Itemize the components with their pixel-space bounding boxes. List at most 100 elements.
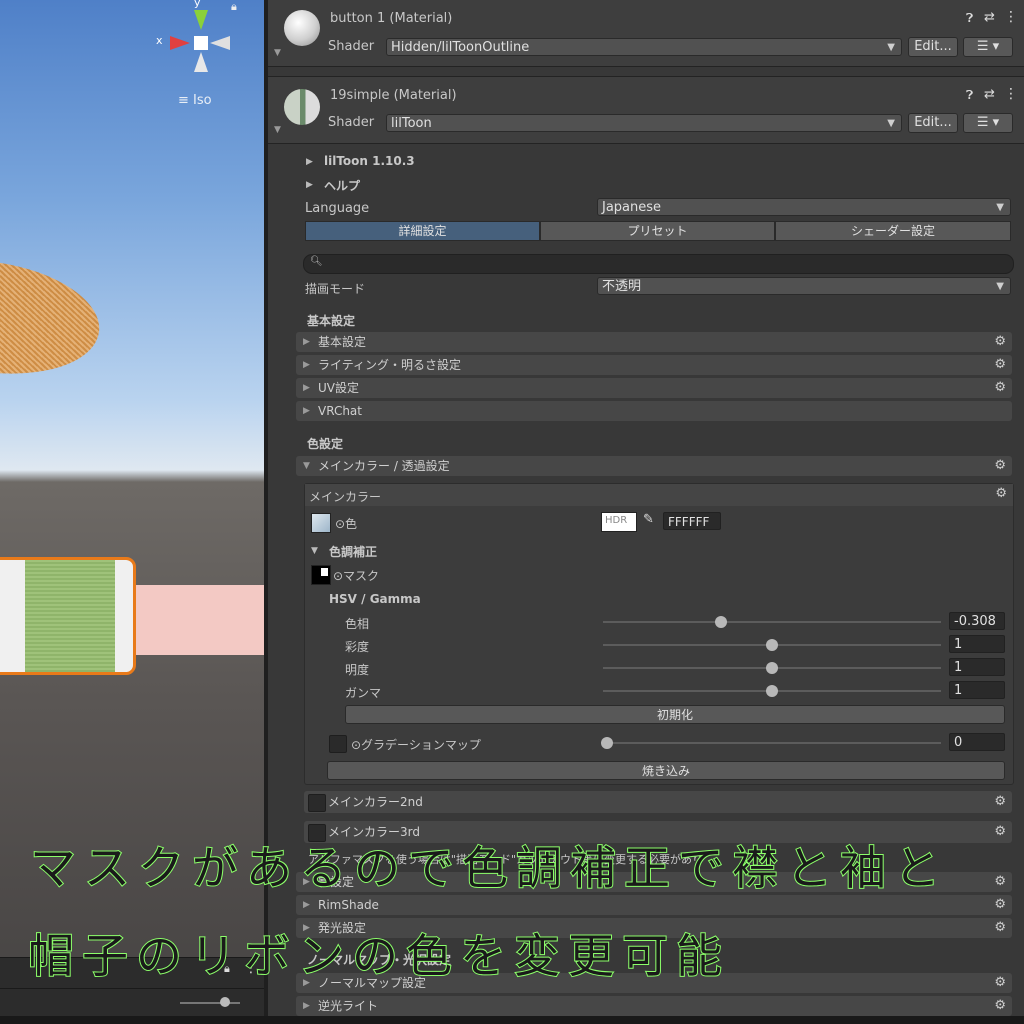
zoom-slider[interactable]: [180, 997, 240, 1007]
foldout-arrow-icon[interactable]: ▼: [311, 546, 318, 556]
hsv-label: ガンマ: [345, 686, 382, 700]
foldout-arrow-icon[interactable]: ▶: [306, 180, 313, 190]
iso-label: Iso: [193, 93, 212, 108]
tab-shader-settings[interactable]: シェーダー設定: [775, 221, 1011, 241]
edit-shader-button[interactable]: Edit...: [908, 113, 958, 133]
gear-icon: ⚙: [994, 975, 1006, 990]
main-color-2nd-checkbox[interactable]: [308, 794, 326, 812]
sleeve-cuff-model: [0, 557, 136, 675]
foldout-vrchat[interactable]: ▶ VRChat: [296, 401, 1012, 421]
hsv-value-field[interactable]: 1: [949, 635, 1005, 653]
help-foldout[interactable]: ヘルプ: [324, 177, 360, 194]
hsv-value-field[interactable]: -0.308: [949, 612, 1005, 630]
hat-model: [0, 247, 107, 387]
gear-icon: ⚙: [994, 920, 1006, 935]
shader-options-button[interactable]: ☰ ▾: [963, 113, 1013, 133]
tab-advanced[interactable]: 詳細設定: [305, 221, 540, 241]
eyedropper-icon[interactable]: ✎: [643, 512, 654, 527]
shader-dropdown[interactable]: Hidden/lilToonOutline ▼: [386, 38, 902, 56]
search-icon: 🔍︎: [310, 256, 323, 267]
chevron-down-icon: ▼: [996, 281, 1004, 292]
kebab-icon[interactable]: ⋮: [1004, 86, 1018, 102]
gear-icon: ⚙: [994, 998, 1006, 1013]
render-mode-dropdown[interactable]: 不透明 ▼: [597, 277, 1011, 295]
hsv-slider[interactable]: [603, 621, 941, 623]
render-mode-value: 不透明: [602, 279, 642, 294]
main-color-box: メインカラー ⚙ ⊙色 HDR ✎ FFFFFF ▼ 色調補正 ⊙マスク HSV…: [304, 483, 1014, 785]
foldout-main-color[interactable]: ▼ メインカラー / 透過設定 ⚙: [296, 456, 1012, 476]
gradation-slider-knob[interactable]: [601, 737, 613, 749]
shader-value: Hidden/lilToonOutline: [391, 40, 530, 55]
render-mode-label: 描画モード: [305, 282, 366, 296]
chevron-down-icon: ▼: [887, 118, 895, 129]
search-input[interactable]: 🔍︎: [303, 254, 1014, 274]
edit-shader-button[interactable]: Edit...: [908, 37, 958, 57]
tab-presets[interactable]: プリセット: [540, 221, 775, 241]
foldout-arrow-icon[interactable]: ▼: [274, 125, 281, 135]
preset-icon[interactable]: ⇄: [984, 87, 995, 102]
color-label[interactable]: ⊙色: [335, 515, 357, 532]
bake-button[interactable]: 焼き込み: [327, 761, 1005, 780]
kebab-icon[interactable]: ⋮: [1004, 9, 1018, 25]
annotation-line-2: 帽子のリボンの色を変更可能: [27, 928, 730, 984]
gear-icon: ⚙: [994, 897, 1006, 912]
texture-thumbnail[interactable]: [311, 513, 331, 533]
foldout-rimshade[interactable]: ▶ RimShade ⚙: [296, 895, 1012, 915]
gear-icon[interactable]: ⚙: [995, 486, 1007, 501]
axis-x-label: x: [156, 34, 163, 47]
hsv-slider-knob[interactable]: [766, 639, 778, 651]
gradation-checkbox[interactable]: [329, 735, 347, 753]
hsv-slider-knob[interactable]: [766, 685, 778, 697]
foldout-main-color-2nd[interactable]: メインカラー2nd ⚙: [304, 791, 1012, 813]
hsv-value-field[interactable]: 1: [949, 681, 1005, 699]
hamburger-icon: ≡: [178, 93, 189, 108]
hsv-label: 明度: [345, 663, 370, 677]
gear-icon: ⚙: [994, 357, 1006, 372]
gear-icon: ⚙: [994, 794, 1006, 809]
language-dropdown[interactable]: Japanese ▼: [597, 198, 1011, 216]
gear-icon: ⚙: [994, 334, 1006, 349]
section-title-color: 色設定: [307, 437, 344, 451]
foldout-lighting[interactable]: ▶ ライティング・明るさ設定 ⚙: [296, 355, 1012, 375]
material-title: button 1 (Material): [330, 11, 453, 26]
language-value: Japanese: [602, 200, 662, 215]
orientation-gizmo[interactable]: y x: [156, 0, 238, 80]
language-label: Language: [305, 201, 370, 216]
section-title-basic: 基本設定: [307, 314, 356, 328]
lock-icon[interactable]: 🔒︎: [231, 0, 237, 14]
list-icon: ☰ ▾: [976, 39, 1000, 54]
preset-icon[interactable]: ⇄: [984, 10, 995, 25]
foldout-basic-settings[interactable]: ▶ 基本設定 ⚙: [296, 332, 1012, 352]
gear-icon: ⚙: [994, 874, 1006, 889]
help-icon[interactable]: ❓︎: [966, 11, 973, 26]
iso-toggle[interactable]: ≡ Iso: [178, 93, 212, 108]
help-icon[interactable]: ❓︎: [966, 88, 973, 103]
gradation-slider[interactable]: [603, 742, 941, 744]
mask-thumbnail[interactable]: [311, 565, 331, 585]
hsv-slider-knob[interactable]: [715, 616, 728, 628]
gear-icon: ⚙: [994, 458, 1006, 473]
annotation-line-1: マスクがあるので色調補正で襟と袖と: [29, 840, 948, 896]
reset-button[interactable]: 初期化: [345, 705, 1005, 724]
mask-label[interactable]: ⊙マスク: [333, 567, 379, 584]
foldout-backlight[interactable]: ▶ 逆光ライト ⚙: [296, 996, 1012, 1016]
chevron-down-icon: ▼: [887, 42, 895, 53]
hsv-label: 彩度: [345, 640, 370, 654]
color-hex-field[interactable]: FFFFFF: [663, 512, 721, 530]
color-swatch[interactable]: HDR: [601, 512, 637, 532]
hsv-value-field[interactable]: 1: [949, 658, 1005, 676]
foldout-arrow-icon[interactable]: ▶: [306, 157, 313, 167]
shader-value: lilToon: [391, 116, 432, 131]
gear-icon: ⚙: [994, 380, 1006, 395]
main-color-header: メインカラー ⚙: [305, 484, 1013, 506]
shader-dropdown[interactable]: lilToon ▼: [386, 114, 902, 132]
hsv-label: 色相: [345, 617, 370, 631]
shader-options-button[interactable]: ☰ ▾: [963, 37, 1013, 57]
foldout-arrow-icon[interactable]: ▼: [274, 48, 281, 58]
foldout-uv[interactable]: ▶ UV設定 ⚙: [296, 378, 1012, 398]
gradation-value[interactable]: 0: [949, 733, 1005, 751]
version-label[interactable]: lilToon 1.10.3: [324, 154, 415, 168]
hsv-slider-knob[interactable]: [766, 662, 778, 674]
material-preview-sphere: [284, 10, 320, 46]
gradation-label[interactable]: ⊙グラデーションマップ: [351, 736, 481, 753]
